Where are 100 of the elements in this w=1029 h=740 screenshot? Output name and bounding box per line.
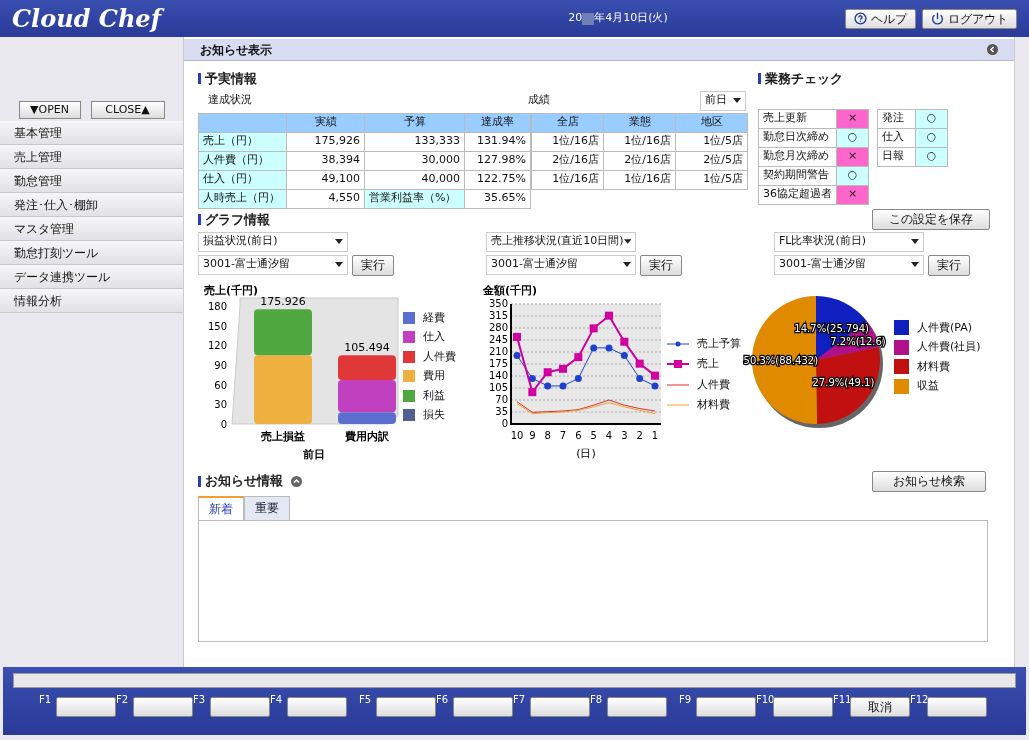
menu-item[interactable]: 基本管理 (0, 121, 183, 145)
redaction-mark (582, 12, 595, 25)
menu-item[interactable]: 勤怠管理 (0, 169, 183, 193)
function-key-button[interactable] (696, 697, 756, 717)
action-button[interactable]: 実行 (352, 254, 394, 276)
function-key-button[interactable] (133, 697, 193, 717)
table-cell: 1位/16店 (531, 132, 604, 151)
point (513, 351, 521, 359)
legend-label: 収益 (917, 378, 939, 394)
action-button[interactable]: この設定を保存 (872, 208, 990, 230)
function-key-button[interactable] (453, 697, 513, 717)
tab[interactable]: 新着 (198, 495, 244, 520)
logout-button[interactable]: ログアウト (922, 8, 1017, 29)
legend-swatch (894, 339, 909, 355)
dropdown[interactable]: 3001-富士通汐留 (486, 254, 636, 275)
key-label: F3 (193, 693, 207, 707)
function-key-button[interactable] (530, 697, 590, 717)
action-button[interactable]: お知らせ検索 (872, 470, 986, 492)
section-title: 業務チェック (765, 70, 843, 88)
function-key-button[interactable] (287, 697, 347, 717)
function-key-button[interactable] (376, 697, 436, 717)
column-header: 全店 (531, 113, 604, 132)
help-button[interactable]: ヘルプ (845, 8, 916, 29)
menu-item[interactable]: 売上管理 (0, 145, 183, 169)
action-button[interactable]: 実行 (928, 254, 970, 276)
collapse-icon[interactable] (291, 475, 302, 487)
function-key-button[interactable] (210, 697, 270, 717)
table-cell: 38,394 (286, 151, 365, 170)
dropdown[interactable]: FL比率状況(前日) (774, 231, 924, 252)
key-label: F8 (590, 693, 604, 707)
point (636, 374, 644, 382)
data-label: 27.9%(49.1) (812, 376, 875, 388)
table-cell: 35.65% (464, 189, 531, 208)
key-label: F7 (513, 693, 527, 707)
y-tick-label: 35 (495, 405, 508, 417)
caret-icon (623, 262, 631, 267)
x-tick-label: 8 (544, 429, 551, 441)
x-tick-label: 売上損益 (261, 429, 305, 443)
function-key-button[interactable]: 取消 (850, 697, 910, 717)
point (589, 323, 598, 332)
point (544, 381, 552, 389)
key-label: F10 (756, 693, 772, 707)
dropdown[interactable]: 売上推移状況(直近10日間) (486, 231, 636, 252)
function-key-button[interactable] (56, 697, 116, 717)
check-label: 売上更新 (758, 109, 837, 128)
dropdown[interactable]: 3001-富士通汐留 (198, 254, 348, 275)
column-header: 地区 (675, 113, 748, 132)
section-title: お知らせ情報 (205, 472, 283, 491)
menu-item[interactable]: マスタ管理 (0, 217, 183, 241)
key-label: F11 (833, 693, 849, 707)
y-tick-label: 60 (214, 379, 227, 391)
ranking-label: 成績 (528, 92, 550, 108)
menu-item[interactable]: 情報分析 (0, 289, 183, 313)
legend-swatch (403, 409, 415, 422)
y-tick-label: 105 (488, 381, 508, 393)
collapse-icon[interactable] (987, 44, 998, 55)
legend-label: 人件費 (423, 348, 456, 365)
dropdown[interactable]: 3001-富士通汐留 (774, 254, 924, 275)
legend-swatch (894, 359, 909, 375)
table-cell: 1位/5店 (675, 132, 748, 151)
function-key-button[interactable] (773, 697, 833, 717)
legend-label: 損失 (423, 407, 445, 423)
x-axis-title: (日) (576, 446, 596, 460)
caret-icon (911, 262, 919, 267)
menu-item[interactable]: 勤怠打刻ツール (0, 241, 183, 265)
table-cell: 40,000 (364, 170, 465, 189)
caret-icon (733, 98, 741, 103)
table-cell: 4,550 (286, 189, 365, 208)
dropdown[interactable]: 損益状況(前日) (198, 231, 348, 252)
y-axis-title: 金額(千円) (482, 283, 538, 297)
caret-icon (335, 262, 343, 267)
function-key-button[interactable] (607, 697, 667, 717)
point (513, 332, 521, 341)
caret-icon (335, 239, 343, 244)
section-title: グラフ情報 (205, 211, 270, 229)
key-label: F4 (270, 693, 284, 707)
dropdown[interactable]: 前日 (700, 90, 746, 111)
open-button[interactable]: ▼OPEN (18, 101, 81, 119)
tab[interactable]: 重要 (244, 495, 290, 520)
x-tick-label: 6 (575, 429, 582, 441)
x-tick-label: 9 (529, 429, 536, 441)
table-cell: 2位/5店 (675, 151, 748, 170)
action-button[interactable]: 実行 (640, 254, 682, 276)
y-tick-label: 120 (207, 339, 227, 351)
achievement-label: 達成状況 (208, 92, 252, 108)
table-cell: 1位/16店 (531, 170, 604, 189)
point (651, 371, 659, 380)
legend-label: 経費 (423, 309, 445, 326)
menu-item[interactable]: データ連携ツール (0, 265, 183, 289)
function-key-button[interactable] (927, 697, 987, 717)
table-cell: 1位/5店 (675, 170, 748, 189)
close-button[interactable]: CLOSE▲ (90, 101, 165, 119)
point (574, 352, 583, 361)
legend-label: 材料費 (697, 397, 730, 413)
legend-swatch (894, 320, 909, 336)
menu-item[interactable]: 発注･仕入･棚卸 (0, 193, 183, 217)
key-label: F1 (39, 693, 53, 707)
legend-label: 仕入 (423, 329, 445, 345)
legend-label: 材料費 (917, 358, 950, 375)
legend-swatch (403, 370, 415, 383)
